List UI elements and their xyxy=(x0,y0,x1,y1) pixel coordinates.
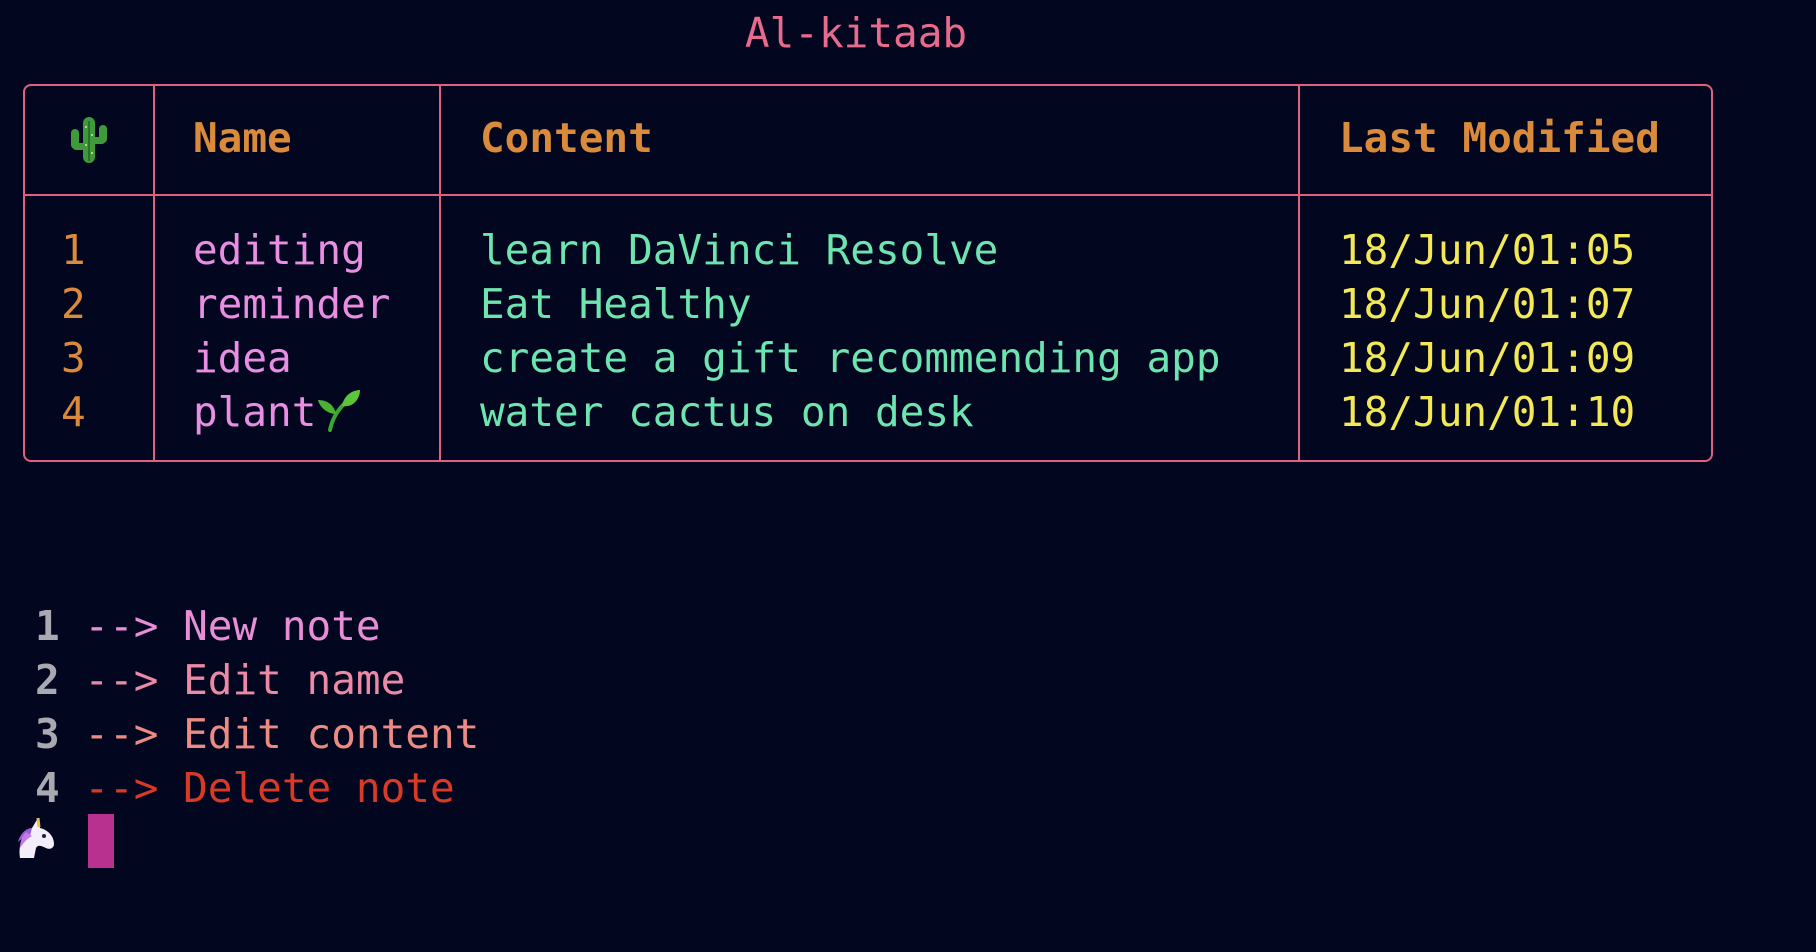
note-content: water cactus on desk xyxy=(480,388,974,436)
menu-item-edit-name[interactable]: 2 --> Edit name xyxy=(35,653,479,707)
note-name-cell: plant xyxy=(193,385,362,439)
note-content: create a gift recommending app xyxy=(480,334,1221,382)
note-name: reminder xyxy=(193,280,391,328)
menu-arrow: --> xyxy=(84,710,159,758)
notes-table: Name Content Last Modified 1 editing lea… xyxy=(23,84,1713,462)
app-title: Al-kitaab xyxy=(744,9,968,57)
note-name: idea xyxy=(193,334,292,382)
note-date: 18/Jun/01:10 xyxy=(1339,388,1636,436)
header-last-modified: Last Modified xyxy=(1339,114,1660,162)
table-row: 1 editing learn DaVinci Resolve 18/Jun/0… xyxy=(25,223,1711,277)
row-index: 1 xyxy=(61,226,86,274)
header-content: Content xyxy=(480,114,653,162)
menu-label: Edit content xyxy=(183,710,480,758)
sprout-icon xyxy=(318,390,361,432)
unicorn-icon xyxy=(18,817,54,858)
menu-label: Edit name xyxy=(183,656,406,704)
header-divider xyxy=(25,194,1711,196)
menu-number: 3 xyxy=(35,710,60,758)
menu-arrow: --> xyxy=(84,602,159,650)
table-row: 3 idea create a gift recommending app 18… xyxy=(25,331,1711,385)
table-row: 2 reminder Eat Healthy 18/Jun/01:07 xyxy=(25,277,1711,331)
cactus-icon xyxy=(71,117,107,163)
menu-arrow: --> xyxy=(84,656,159,704)
row-index: 2 xyxy=(61,280,86,328)
menu-item-edit-content[interactable]: 3 --> Edit content xyxy=(35,707,479,761)
menu-label: New note xyxy=(183,602,381,650)
note-content: learn DaVinci Resolve xyxy=(480,226,999,274)
note-name: plant xyxy=(193,388,317,436)
menu-arrow: --> xyxy=(84,764,159,812)
command-menu: 1 --> New note 2 --> Edit name 3 --> Edi… xyxy=(35,599,479,815)
row-index: 4 xyxy=(61,388,86,436)
note-date: 18/Jun/01:07 xyxy=(1339,280,1636,328)
header-name: Name xyxy=(193,114,292,162)
menu-number: 4 xyxy=(35,764,60,812)
table-row: 4 plant water cactus on desk 18/Jun/01:1… xyxy=(25,385,1711,439)
menu-number: 1 xyxy=(35,602,60,650)
menu-label: Delete note xyxy=(183,764,455,812)
note-date: 18/Jun/01:05 xyxy=(1339,226,1636,274)
menu-number: 2 xyxy=(35,656,60,704)
row-index: 3 xyxy=(61,334,86,382)
text-cursor xyxy=(88,814,114,868)
note-date: 18/Jun/01:09 xyxy=(1339,334,1636,382)
note-name: editing xyxy=(193,226,366,274)
note-content: Eat Healthy xyxy=(480,280,752,328)
menu-item-new-note[interactable]: 1 --> New note xyxy=(35,599,479,653)
menu-item-delete-note[interactable]: 4 --> Delete note xyxy=(35,761,479,815)
